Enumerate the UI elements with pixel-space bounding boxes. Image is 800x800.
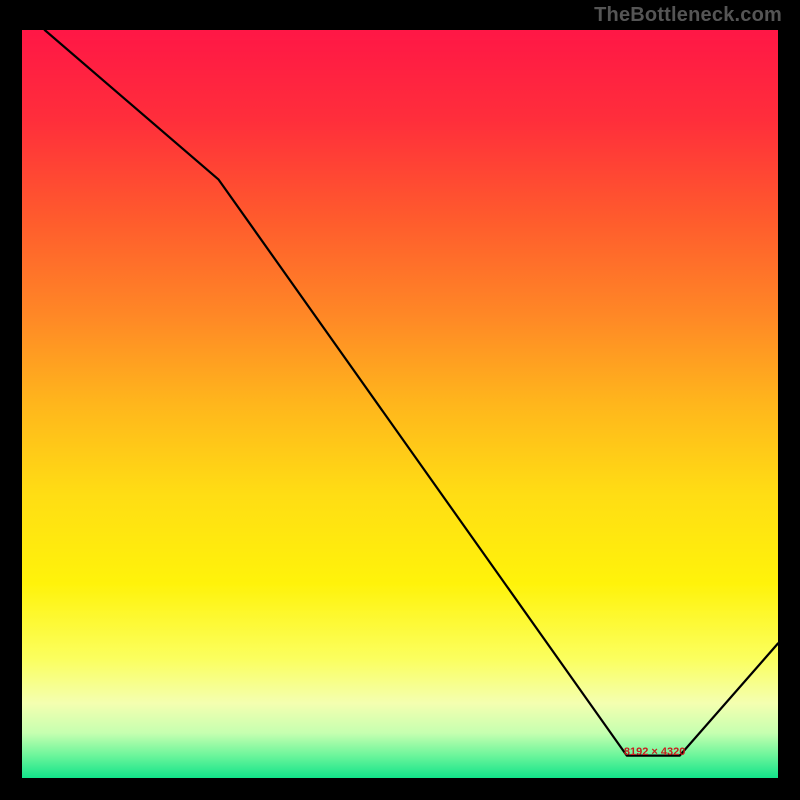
chart-area: 8192 × 4320 [22, 30, 778, 778]
chart-canvas [22, 30, 778, 778]
attribution-text: TheBottleneck.com [594, 4, 782, 27]
resolution-annotation: 8192 × 4320 [624, 746, 685, 758]
gradient-background [22, 30, 778, 778]
